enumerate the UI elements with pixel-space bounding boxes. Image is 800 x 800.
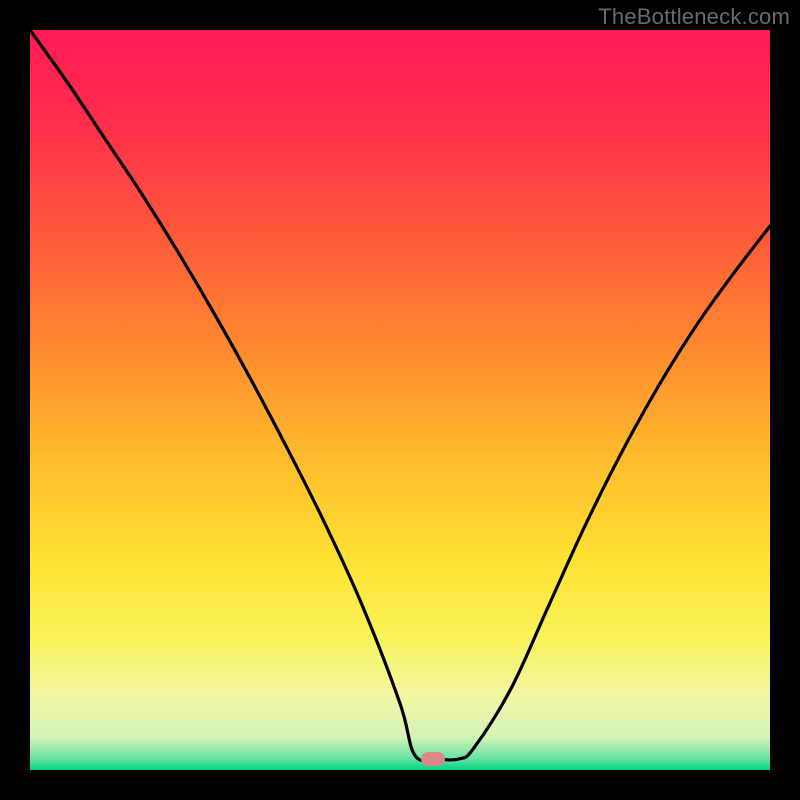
chart-frame: TheBottleneck.com: [0, 0, 800, 800]
gradient-background: [30, 30, 770, 770]
optimal-point-marker: [421, 752, 445, 766]
watermark-text: TheBottleneck.com: [598, 4, 790, 30]
plot-area: [30, 30, 770, 770]
bottleneck-plot-svg: [30, 30, 770, 770]
